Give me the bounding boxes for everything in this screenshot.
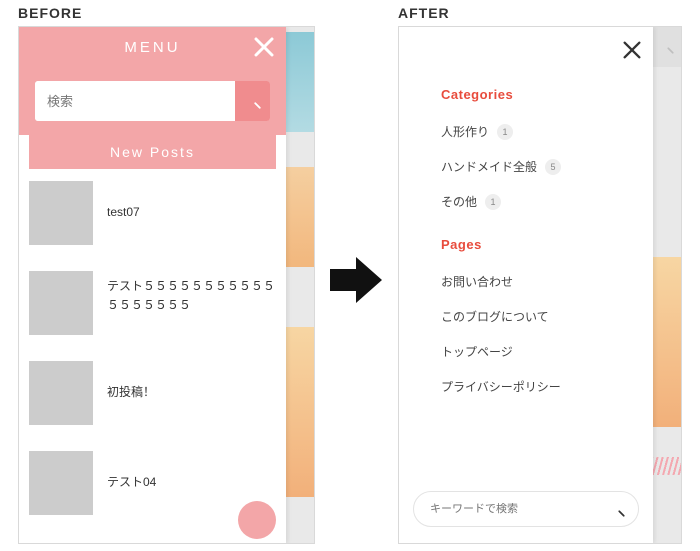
search-icon xyxy=(657,37,675,55)
search-pill xyxy=(413,491,639,527)
post-list: test07 テスト５５５５５５５５５５５５５５５５５５ 初投稿！ テスト04 xyxy=(19,181,286,543)
search-row xyxy=(19,67,286,135)
category-item[interactable]: ハンドメイド全般 5 xyxy=(399,149,653,184)
after-panel: Categories 人形作り 1 ハンドメイド全般 5 その他 1 Pages… xyxy=(398,26,682,544)
page-label: お問い合わせ xyxy=(441,273,513,290)
category-label: その他 xyxy=(441,193,477,210)
category-label: ハンドメイド全般 xyxy=(441,158,537,175)
menu-title: MENU xyxy=(124,39,180,56)
post-item[interactable]: テスト５５５５５５５５５５５５５５５５５５ xyxy=(29,271,276,335)
post-title: テスト04 xyxy=(107,473,156,492)
pages-heading: Pages xyxy=(441,237,653,252)
page-label: トップページ xyxy=(441,343,513,360)
post-item[interactable]: 初投稿！ xyxy=(29,361,276,425)
category-label: 人形作り xyxy=(441,123,489,140)
after-label: AFTER xyxy=(398,5,450,21)
page-item[interactable]: お問い合わせ xyxy=(399,264,653,299)
category-count: 5 xyxy=(545,159,561,175)
category-count: 1 xyxy=(485,194,501,210)
search-button[interactable] xyxy=(235,81,270,121)
scroll-top-button[interactable] xyxy=(238,501,276,539)
page-label: プライバシーポリシー xyxy=(441,378,561,395)
post-item[interactable]: テスト04 xyxy=(29,451,276,515)
post-title: 初投稿！ xyxy=(107,383,155,402)
post-thumb xyxy=(29,361,93,425)
after-bg xyxy=(651,27,681,543)
page-item[interactable]: このブログについて xyxy=(399,299,653,334)
menu-header: MENU xyxy=(19,27,286,67)
post-thumb xyxy=(29,451,93,515)
categories-heading: Categories xyxy=(441,87,653,102)
post-item[interactable]: test07 xyxy=(29,181,276,245)
before-drawer: MENU New Posts test07 テスト５５５５５５５５５５５５５５５… xyxy=(19,27,286,543)
after-drawer: Categories 人形作り 1 ハンドメイド全般 5 その他 1 Pages… xyxy=(399,27,653,543)
before-panel: MENU New Posts test07 テスト５５５５５５５５５５５５５５５… xyxy=(18,26,315,544)
page-label: このブログについて xyxy=(441,308,549,325)
search-input[interactable] xyxy=(430,503,608,515)
page-item[interactable]: プライバシーポリシー xyxy=(399,369,653,404)
search-input[interactable] xyxy=(35,81,235,121)
category-list: 人形作り 1 ハンドメイド全般 5 その他 1 xyxy=(399,114,653,219)
post-thumb xyxy=(29,181,93,245)
close-icon[interactable] xyxy=(621,39,643,61)
page-list: お問い合わせ このブログについて トップページ プライバシーポリシー xyxy=(399,264,653,404)
close-icon[interactable] xyxy=(252,35,276,59)
page-item[interactable]: トップページ xyxy=(399,334,653,369)
arrow-icon xyxy=(330,255,382,305)
category-item[interactable]: その他 1 xyxy=(399,184,653,219)
before-bg xyxy=(284,27,314,543)
post-thumb xyxy=(29,271,93,335)
post-title: test07 xyxy=(107,203,140,222)
category-item[interactable]: 人形作り 1 xyxy=(399,114,653,149)
category-count: 1 xyxy=(497,124,513,140)
new-posts-heading: New Posts xyxy=(29,135,276,169)
search-button[interactable] xyxy=(608,500,626,518)
before-label: BEFORE xyxy=(18,5,82,21)
